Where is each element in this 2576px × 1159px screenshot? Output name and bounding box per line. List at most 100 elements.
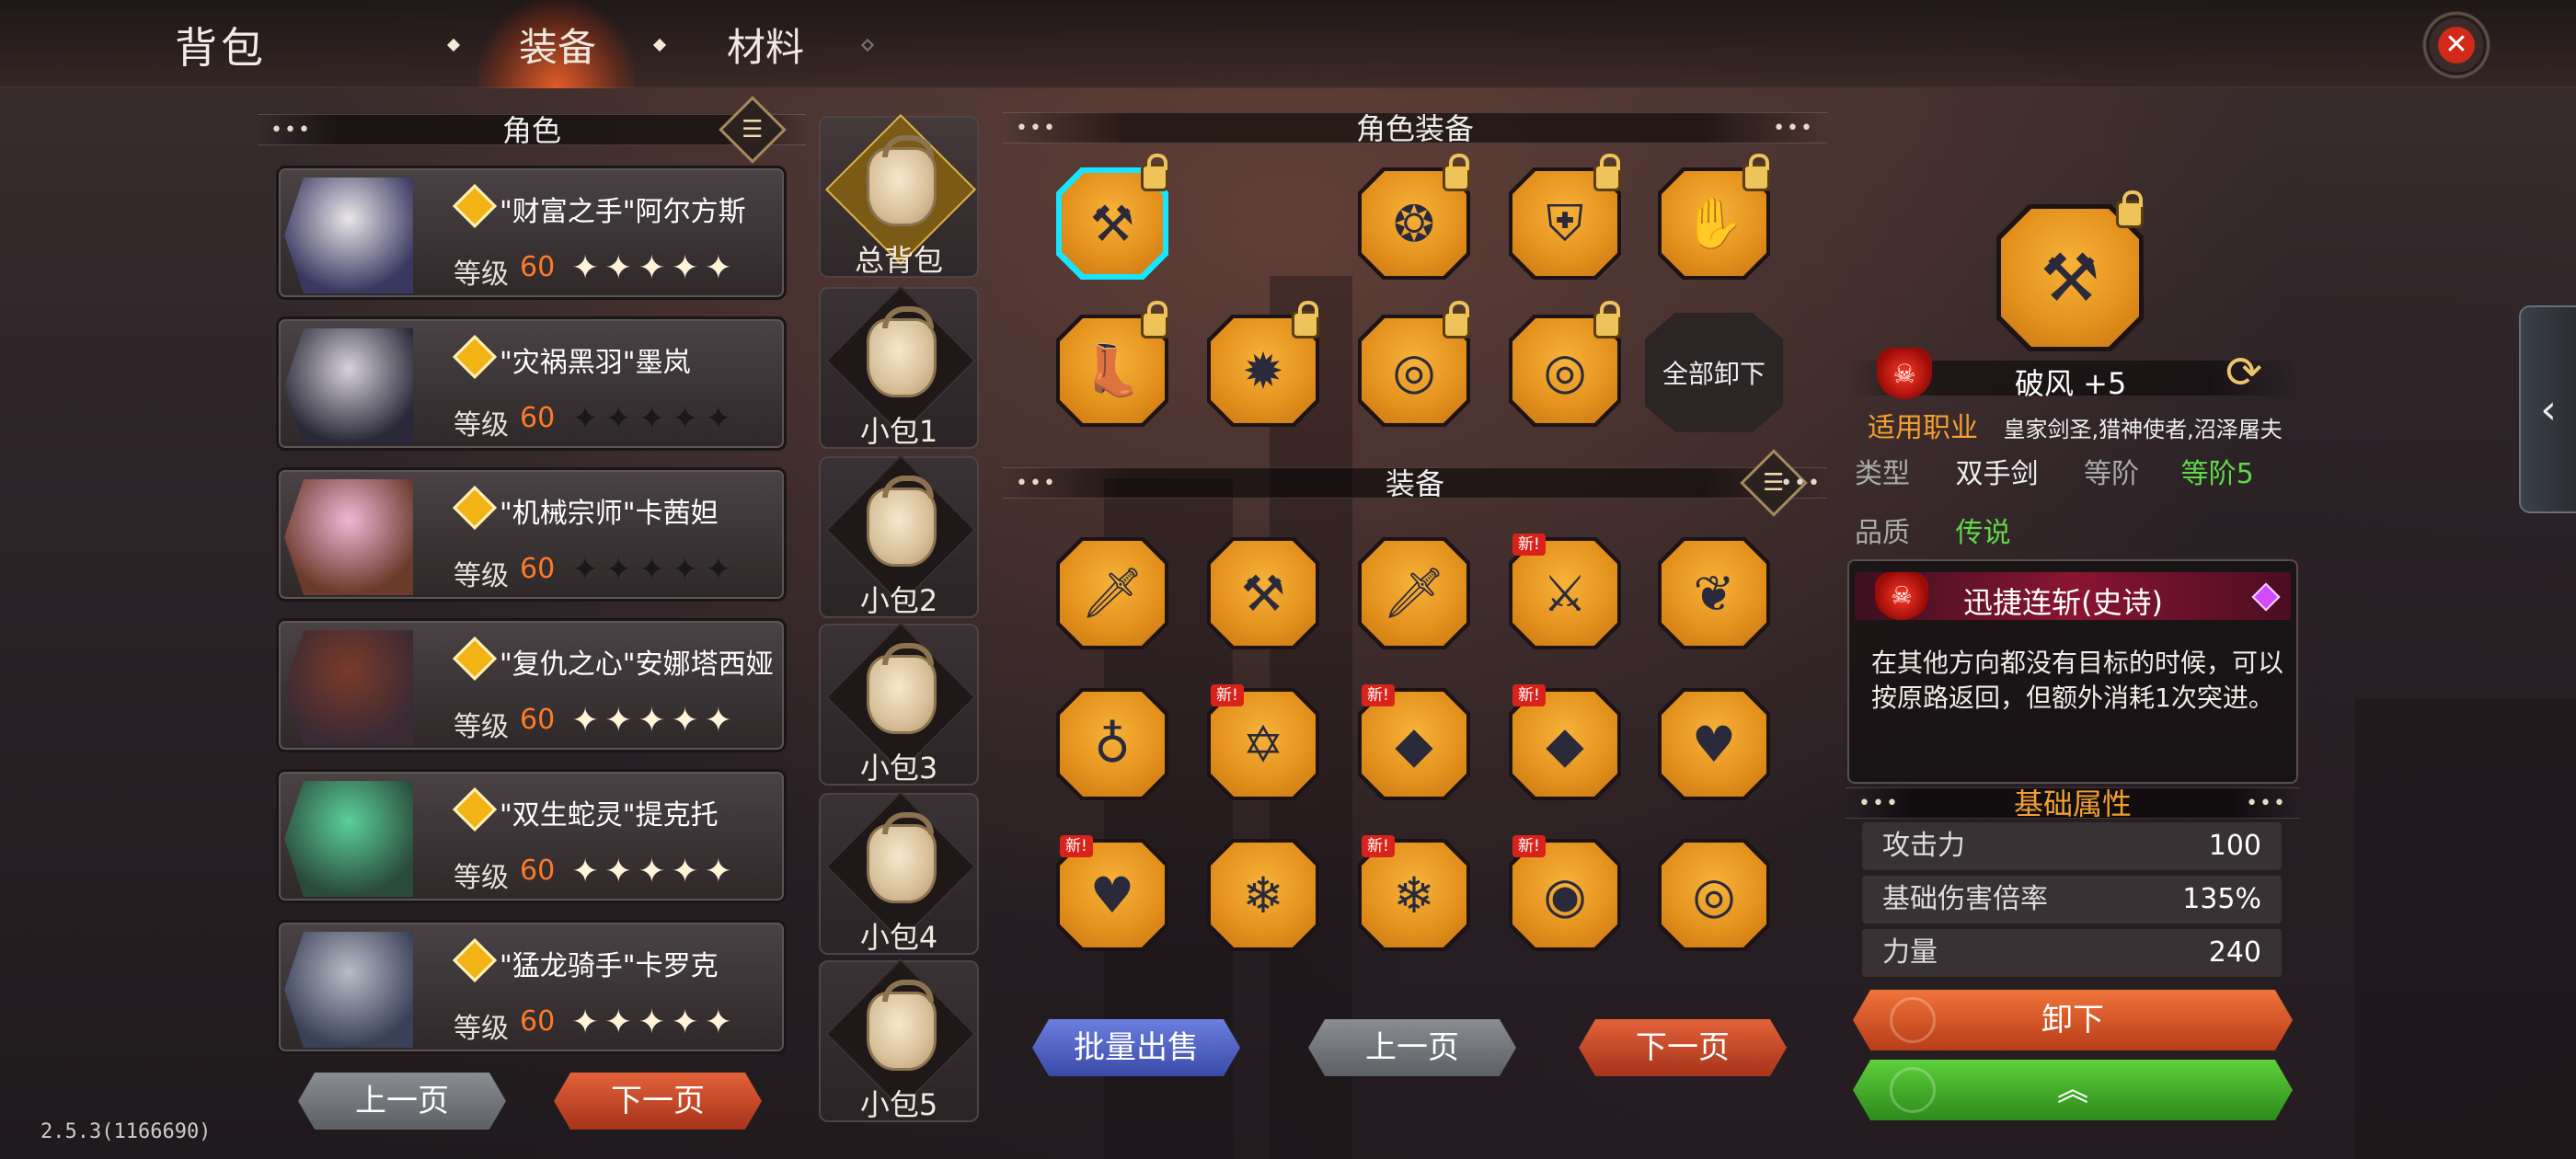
sub-bag-button[interactable]: 小包1	[819, 284, 979, 449]
sub-bag-button[interactable]: 小包5	[819, 958, 979, 1122]
lock-icon	[1141, 301, 1168, 339]
decor-dots: •••	[1016, 117, 1057, 140]
equipment-slot[interactable]: ◎	[1509, 301, 1621, 427]
bag-label: 小包4	[859, 920, 938, 955]
star-rating: ✦✦✦✦✦	[571, 853, 738, 890]
equipment-slot[interactable]: ✋	[1658, 154, 1770, 280]
character-card[interactable]: "双生蛇灵"提克托 等级 60 ✦✦✦✦✦	[276, 769, 787, 903]
level-label: 等级	[454, 560, 509, 592]
equipment-slot[interactable]: ❄ 新!	[1358, 835, 1470, 951]
equipment-slot[interactable]: ⛨	[1509, 154, 1621, 280]
unequip-button[interactable]: 卸下	[1853, 990, 2293, 1050]
sub-bag-button[interactable]: 小包2	[819, 453, 979, 618]
star-icon: ✦	[671, 853, 705, 890]
star-icon: ✦	[571, 1004, 605, 1041]
bag-icon	[867, 135, 937, 226]
tab-materials[interactable]: 材料	[727, 17, 804, 73]
quality-label: 品质	[1855, 517, 1910, 549]
equipment-slot[interactable]: ✹	[1207, 301, 1319, 427]
equipment-slot[interactable]: ◆ 新!	[1509, 684, 1621, 800]
chevron-left-icon: ‹	[2540, 385, 2557, 433]
equipment-slot[interactable]: ♥ 新!	[1056, 835, 1168, 951]
star-icon: ✦	[638, 853, 672, 890]
unequip-all-button[interactable]: 全部卸下	[1645, 313, 1783, 432]
character-portrait	[284, 479, 413, 595]
upgrade-button[interactable]: ︽	[1853, 1060, 2293, 1120]
side-panel-toggle[interactable]: ‹	[2519, 305, 2576, 513]
star-icon: ✦	[638, 702, 672, 740]
equipment-slot[interactable]: ♥	[1658, 688, 1770, 800]
equipment-slot[interactable]: 🗡	[1056, 537, 1168, 649]
emblem-icon	[1890, 1067, 1936, 1113]
bulk-sell-button[interactable]: 批量出售	[1032, 1019, 1240, 1076]
star-icon: ✦	[704, 853, 738, 890]
bag-label: 总背包	[854, 243, 943, 278]
inventory-header-label: 装备	[1385, 466, 1444, 501]
character-name: "财富之手"阿尔方斯	[500, 196, 746, 228]
dagger-icon: 🗡	[1080, 564, 1144, 622]
selected-item-slot[interactable]: ⚒	[1996, 190, 2144, 351]
rarity-gem-icon	[452, 334, 498, 380]
character-card[interactable]: "财富之手"阿尔方斯 等级 60 ✦✦✦✦✦	[276, 166, 787, 300]
bag-label: 小包1	[859, 414, 938, 449]
equipment-slot[interactable]: ❂	[1358, 154, 1470, 280]
equipment-slot[interactable]: 🗡	[1358, 537, 1470, 649]
main-bag-button[interactable]: 总背包	[819, 113, 979, 278]
character-card[interactable]: "猛龙骑手"卡罗克 等级 60 ✦✦✦✦✦	[276, 920, 787, 1054]
stat-value: 100	[2208, 830, 2261, 862]
star-rating: ✦✦✦✦✦	[571, 249, 738, 287]
equipment-slot[interactable]: ♁	[1056, 688, 1168, 800]
equipment-slot[interactable]: ◎	[1658, 839, 1770, 951]
page-title: 背包	[175, 23, 267, 73]
character-portrait	[284, 630, 413, 746]
level-value: 60	[520, 855, 556, 887]
unequip-label: 卸下	[2041, 1002, 2104, 1039]
star-icon: ✦	[671, 551, 705, 589]
star-icon: ✦	[604, 853, 638, 890]
equipment-slot[interactable]: ⚔ 新!	[1509, 534, 1621, 649]
rarity-gem-icon	[452, 937, 498, 983]
bag-label: 小包5	[859, 1087, 938, 1122]
character-portrait	[284, 328, 413, 444]
equipment-slot[interactable]: ✡ 新!	[1207, 684, 1319, 800]
background-tree	[2355, 699, 2576, 1159]
sub-bag-button[interactable]: 小包4	[819, 790, 979, 955]
swap-icon[interactable]: ⟳	[2215, 346, 2272, 399]
star-icon: ✦	[571, 702, 605, 740]
tab-separator-dot	[652, 38, 667, 52]
characters-next-page-button[interactable]: 下一页	[554, 1073, 762, 1130]
level-label: 等级	[454, 711, 509, 743]
tier-value: 等阶5	[2180, 458, 2254, 490]
level-value: 60	[520, 553, 556, 585]
equipment-slot[interactable]: ◉ 新!	[1509, 835, 1621, 951]
inventory-prev-page-button[interactable]: 上一页	[1308, 1019, 1516, 1076]
bag-icon	[867, 643, 937, 734]
version-label: 2.5.3(1166690)	[40, 1120, 212, 1143]
equipment-slot[interactable]: ⚒	[1207, 537, 1319, 649]
close-button[interactable]: ✕	[2422, 11, 2490, 79]
inventory-next-page-button[interactable]: 下一页	[1579, 1019, 1787, 1076]
star-icon: ✦	[638, 1004, 672, 1041]
equipment-slot[interactable]: ❄	[1207, 839, 1319, 951]
item-name: 破风 +5	[2015, 366, 2127, 401]
characters-header: ••• 角色 ☰	[258, 96, 806, 164]
decor-dots: •••	[2246, 792, 2287, 815]
character-card[interactable]: "灾祸黑羽"墨岚 等级 60 ✦✦✦✦✦	[276, 316, 787, 451]
type-value: 双手剑	[1955, 458, 2039, 490]
characters-prev-page-button[interactable]: 上一页	[298, 1073, 506, 1130]
sub-bag-button[interactable]: 小包3	[819, 621, 979, 786]
tab-equipment[interactable]: 装备	[519, 17, 596, 73]
equipment-slot[interactable]: ⚒	[1056, 154, 1168, 280]
quality-row: 品质 传说	[1855, 510, 2011, 550]
bag-label: 小包2	[859, 583, 938, 618]
rarity-gem-icon	[452, 786, 498, 832]
equipment-slot[interactable]: 👢	[1056, 301, 1168, 427]
sort-list-icon[interactable]: ☰	[719, 96, 787, 164]
character-card[interactable]: "复仇之心"安娜塔西娅 等级 60 ✦✦✦✦✦	[276, 618, 787, 752]
character-card[interactable]: "机械宗师"卡茜妲 等级 60 ✦✦✦✦✦	[276, 467, 787, 602]
star-rating: ✦✦✦✦✦	[571, 551, 738, 589]
star-icon: ✦	[704, 1004, 738, 1041]
equipment-slot[interactable]: ❦	[1658, 537, 1770, 649]
equipment-slot[interactable]: ◆ 新!	[1358, 684, 1470, 800]
equipment-slot[interactable]: ◎	[1358, 301, 1470, 427]
